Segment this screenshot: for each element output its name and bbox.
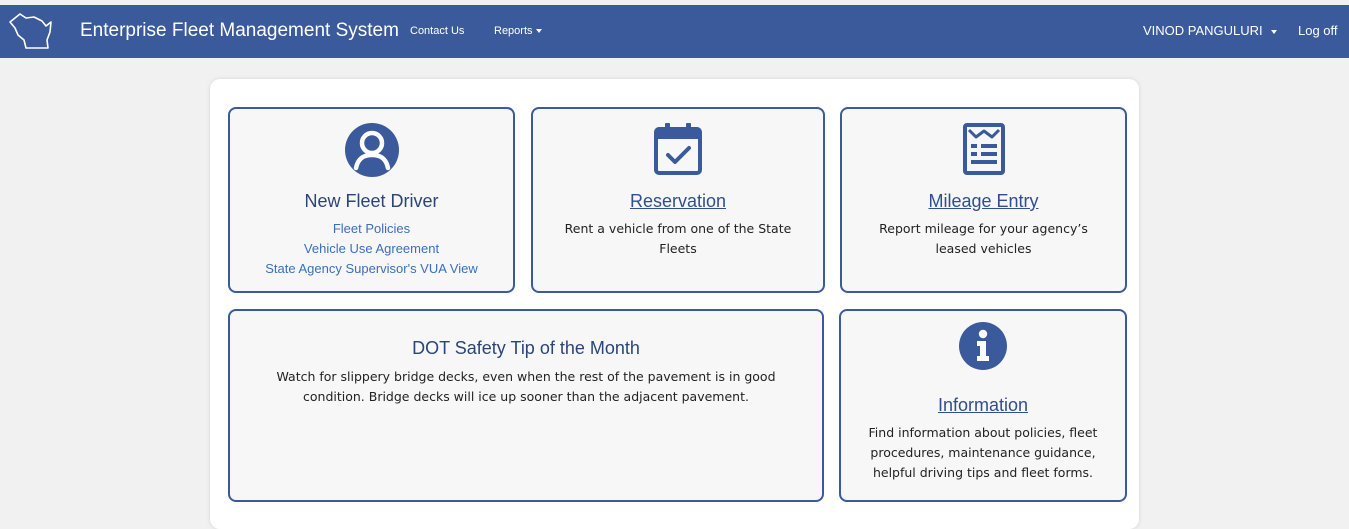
main-panel: New Fleet Driver Fleet Policies Vehicle … xyxy=(210,79,1139,529)
reports-label: Reports xyxy=(494,25,533,37)
mileage-entry-description: Report mileage for your agency’s leased … xyxy=(879,221,1088,256)
logoff-link[interactable]: Log off xyxy=(1298,23,1338,38)
contact-us-link[interactable]: Contact Us xyxy=(410,25,464,37)
new-fleet-driver-links: Fleet Policies Vehicle Use Agreement Sta… xyxy=(230,219,513,279)
top-navbar: Enterprise Fleet Management System Conta… xyxy=(0,5,1349,58)
calendar-check-icon xyxy=(654,123,702,175)
reservation-card: Reservation Rent a vehicle from one of t… xyxy=(531,107,825,293)
safety-tip-card: DOT Safety Tip of the Month Watch for sl… xyxy=(228,309,824,502)
new-fleet-driver-title: New Fleet Driver xyxy=(304,191,439,211)
mileage-entry-link[interactable]: Mileage Entry xyxy=(842,191,1125,212)
supervisor-vua-view-link[interactable]: State Agency Supervisor's VUA View xyxy=(230,259,513,279)
user-circle-icon xyxy=(344,123,399,177)
user-name: VINOD PANGULURI xyxy=(1143,23,1263,38)
app-title[interactable]: Enterprise Fleet Management System xyxy=(80,20,399,42)
new-fleet-driver-card: New Fleet Driver Fleet Policies Vehicle … xyxy=(228,107,515,293)
reports-menu[interactable]: Reports xyxy=(494,25,542,37)
chevron-down-icon xyxy=(535,29,542,34)
safety-tip-title: DOT Safety Tip of the Month xyxy=(412,338,640,358)
mileage-form-icon xyxy=(962,123,1005,175)
user-menu[interactable]: VINOD PANGULURI xyxy=(1143,23,1278,38)
chevron-down-icon xyxy=(1271,29,1278,34)
reservation-description: Rent a vehicle from one of the State Fle… xyxy=(564,221,792,256)
mileage-entry-card: Mileage Entry Report mileage for your ag… xyxy=(840,107,1127,293)
reservation-link[interactable]: Reservation xyxy=(533,191,823,212)
wisconsin-outline-icon[interactable] xyxy=(6,8,56,52)
fleet-policies-link[interactable]: Fleet Policies xyxy=(230,219,513,239)
information-link[interactable]: Information xyxy=(841,395,1125,416)
vehicle-use-agreement-link[interactable]: Vehicle Use Agreement xyxy=(230,239,513,259)
information-description: Find information about policies, fleet p… xyxy=(868,425,1098,480)
safety-tip-text: Watch for slippery bridge decks, even wh… xyxy=(276,369,776,404)
information-card: Information Find information about polic… xyxy=(839,309,1127,502)
info-circle-icon xyxy=(959,322,1007,370)
